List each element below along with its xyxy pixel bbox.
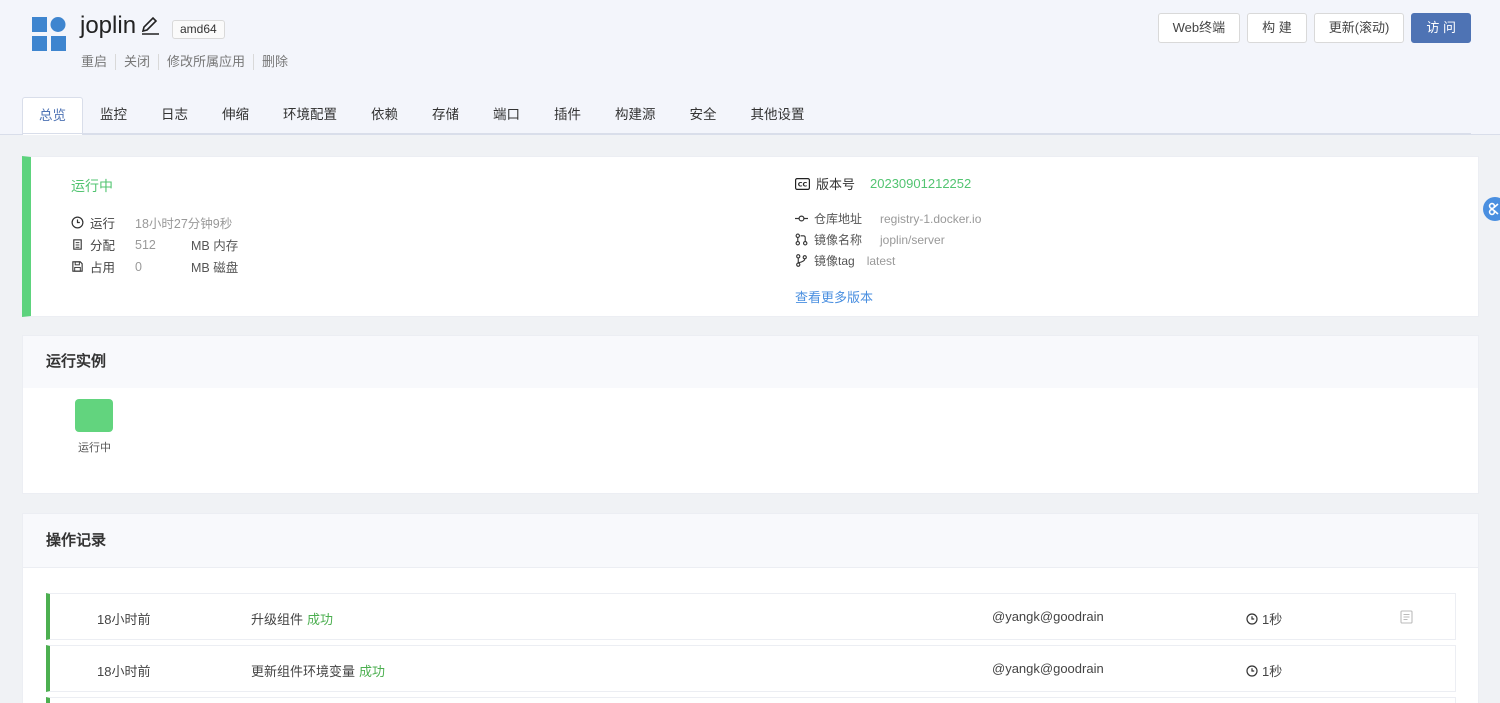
build-button[interactable]: 构 建: [1247, 13, 1307, 43]
tab-security[interactable]: 安全: [673, 96, 734, 134]
status-text: 运行中: [71, 178, 113, 194]
running-label: 运行: [90, 217, 116, 231]
commit-icon: [795, 215, 808, 222]
operation-duration: 1秒: [1246, 661, 1282, 680]
instance-label: 运行中: [78, 442, 111, 454]
top-buttons: Web终端 构 建 更新(滚动) 访 问: [1157, 13, 1471, 43]
duration-value: 1秒: [1262, 664, 1283, 679]
operation-desc-text: 更新组件环境变量: [251, 664, 356, 679]
repo-value: registry-1.docker.io: [880, 211, 982, 226]
svg-text:CC: CC: [798, 180, 808, 188]
operation-row[interactable]: 18小时前 更新组件环境变量 成功 @yangk@goodrain 1秒: [46, 645, 1456, 692]
app-logo-icon: [32, 17, 66, 51]
image-label: 镜像名称: [814, 233, 863, 247]
tag-label: 镜像tag: [814, 254, 855, 268]
more-versions-link[interactable]: 查看更多版本: [795, 287, 873, 306]
disk-value: 0: [135, 259, 142, 274]
duration-value: 1秒: [1262, 612, 1283, 627]
operation-duration: 1秒: [1246, 609, 1282, 628]
tab-overview[interactable]: 总览: [22, 97, 83, 135]
disk-label: 占用: [90, 261, 116, 275]
running-value: 18小时27分钟9秒: [135, 217, 233, 231]
repo-label: 仓库地址: [814, 212, 863, 226]
allocation-label: 分配: [90, 239, 116, 253]
image-row: 镜像名称 joplin/server: [795, 231, 945, 248]
tab-env-config[interactable]: 环境配置: [266, 96, 354, 134]
component-actions: 重启 关闭 修改所属应用 删除: [81, 54, 296, 70]
version-value: 20230901212252: [870, 176, 972, 191]
app-header: joplin amd64 重启 关闭 修改所属应用 删除 Web终端 构 建 更…: [0, 0, 1500, 135]
allocation-row: 分配 512 MB 内存: [71, 235, 238, 254]
log-icon[interactable]: [1400, 610, 1413, 624]
delete-action[interactable]: 删除: [253, 54, 296, 70]
app-name: joplin: [80, 12, 137, 39]
repo-row: 仓库地址 registry-1.docker.io: [795, 210, 981, 227]
operation-row[interactable]: [46, 697, 1456, 703]
image-value: joplin/server: [880, 232, 945, 247]
operation-records-title: 操作记录: [23, 514, 1478, 568]
tab-scaling[interactable]: 伸缩: [205, 96, 266, 134]
operation-time: 18小时前: [97, 612, 151, 627]
operation-user: @yangk@goodrain: [992, 609, 1104, 624]
web-terminal-button[interactable]: Web终端: [1157, 13, 1241, 43]
change-app-action[interactable]: 修改所属应用: [158, 54, 253, 70]
tab-plugins[interactable]: 插件: [537, 96, 598, 134]
tab-build-source[interactable]: 构建源: [598, 96, 673, 134]
version-row: CC 版本号 20230901212252: [795, 174, 971, 193]
instance-block[interactable]: [75, 399, 113, 432]
arch-badge: amd64: [172, 20, 225, 39]
edit-icon[interactable]: [140, 15, 160, 35]
floating-assistant-icon[interactable]: [1483, 197, 1500, 221]
tab-divider: [22, 133, 1471, 134]
pull-request-icon: [795, 233, 808, 246]
operation-row[interactable]: 18小时前 升级组件 成功 @yangk@goodrain 1秒: [46, 593, 1456, 640]
tab-bar: 总览 监控 日志 伸缩 环境配置 依赖 存储 端口 插件 构建源 安全 其他设置: [22, 96, 822, 135]
tab-storage[interactable]: 存储: [415, 96, 476, 134]
tab-other-settings[interactable]: 其他设置: [734, 96, 822, 134]
operation-status: 成功: [307, 612, 334, 627]
disk-unit: MB 磁盘: [191, 261, 239, 275]
running-instances-card: 运行实例 运行中: [22, 335, 1479, 494]
status-card: 运行中 运行 18小时27分钟9秒 分配 512 MB 内存 占用 0 MB 磁…: [22, 156, 1479, 317]
allocation-unit: MB 内存: [191, 239, 239, 253]
running-time-row: 运行 18小时27分钟9秒: [71, 213, 232, 232]
tab-dependencies[interactable]: 依赖: [354, 96, 415, 134]
version-icon: CC: [795, 177, 810, 190]
rolling-update-button[interactable]: 更新(滚动): [1313, 13, 1405, 43]
operation-time: 18小时前: [97, 664, 151, 679]
version-label: 版本号: [816, 177, 856, 192]
close-action[interactable]: 关闭: [115, 54, 158, 70]
disk-usage-row: 占用 0 MB 磁盘: [71, 257, 238, 276]
operation-desc-text: 升级组件: [251, 612, 304, 627]
operation-user: @yangk@goodrain: [992, 661, 1104, 676]
clock-icon: [1246, 612, 1258, 625]
tag-row: 镜像tag latest: [795, 252, 895, 269]
tab-monitor[interactable]: 监控: [83, 96, 144, 134]
visit-button[interactable]: 访 问: [1411, 13, 1471, 43]
disk-icon: [72, 261, 83, 272]
allocation-value: 512: [135, 237, 156, 252]
branch-icon: [796, 254, 807, 267]
restart-action[interactable]: 重启: [81, 54, 115, 70]
operation-records-card: 操作记录 18小时前 升级组件 成功 @yangk@goodrain 1秒 18小…: [22, 513, 1479, 703]
operation-description: 升级组件 成功: [251, 609, 333, 628]
tab-ports[interactable]: 端口: [476, 96, 537, 134]
memory-icon: [73, 239, 82, 250]
operation-status: 成功: [359, 664, 386, 679]
clock-icon: [71, 216, 84, 229]
clock-icon: [1246, 664, 1258, 677]
operation-description: 更新组件环境变量 成功: [251, 661, 385, 680]
tag-value: latest: [866, 253, 896, 268]
running-instances-title: 运行实例: [23, 336, 1478, 388]
tab-logs[interactable]: 日志: [144, 96, 205, 134]
